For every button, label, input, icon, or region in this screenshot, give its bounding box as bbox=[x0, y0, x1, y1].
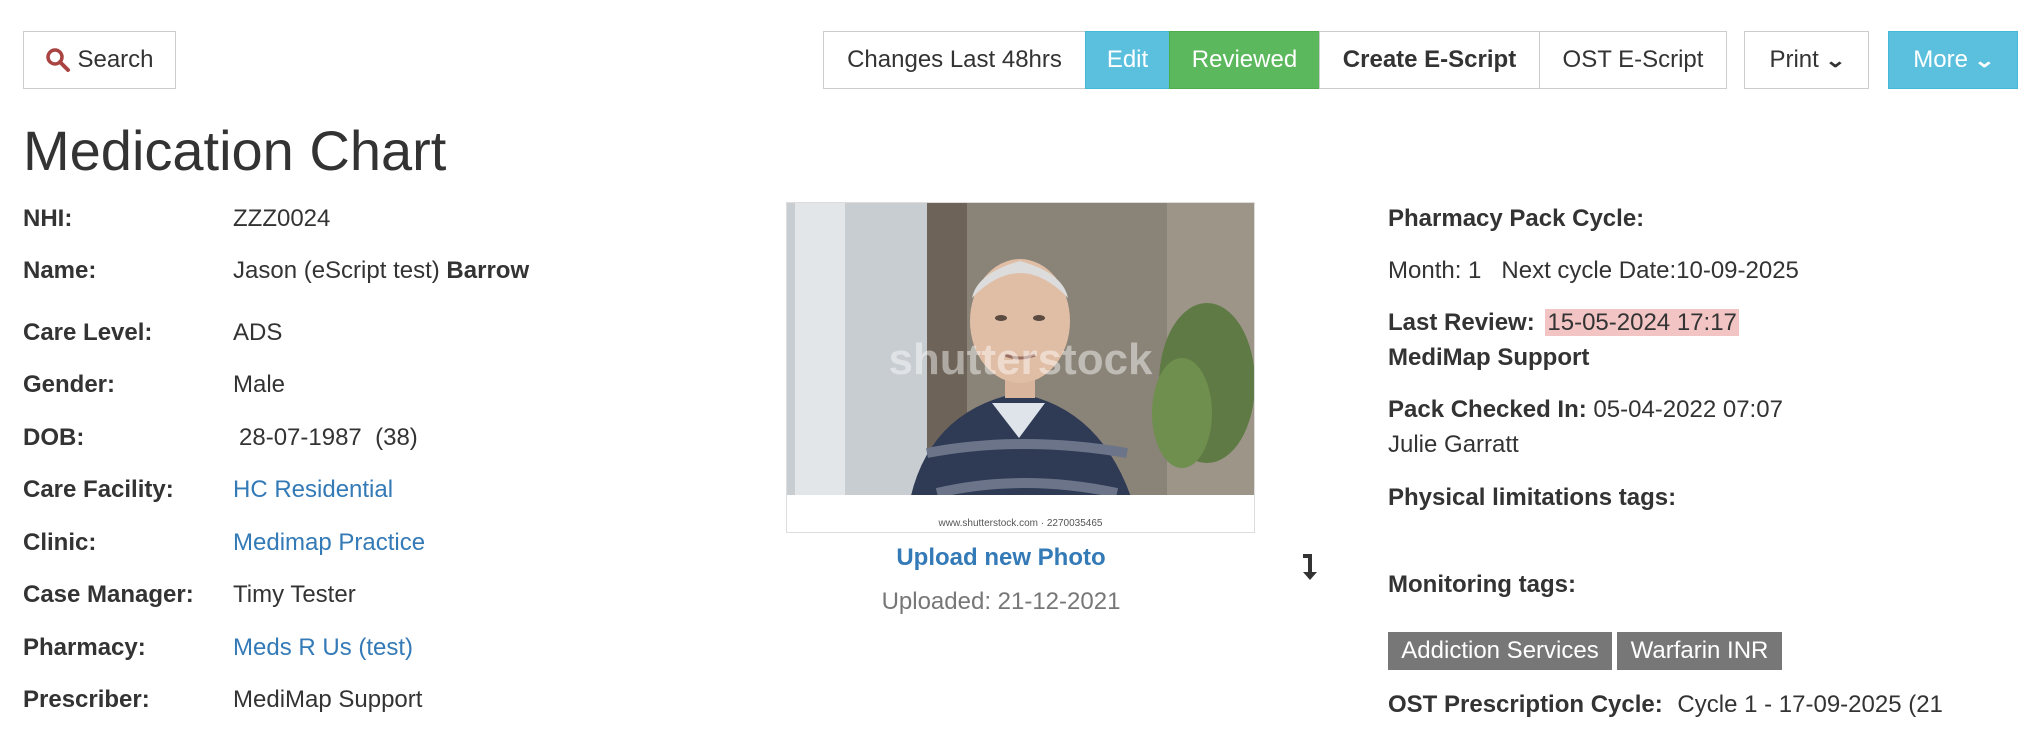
changes-label: Changes Last 48hrs bbox=[847, 46, 1062, 73]
monitoring-tag: Warfarin INR bbox=[1617, 632, 1782, 670]
ost-cycle-value: Cycle 1 - 17-09-2025 (21 bbox=[1677, 691, 1943, 718]
dob-label: DOB: bbox=[23, 424, 85, 451]
dob-value: 28-07-1987 (38) bbox=[239, 424, 418, 452]
dob-date: 28-07-1987 bbox=[239, 424, 362, 451]
care-facility-label: Care Facility: bbox=[23, 476, 174, 503]
clinic-label: Clinic: bbox=[23, 529, 97, 556]
case-manager-label: Case Manager: bbox=[23, 581, 194, 608]
ost-escript-label: OST E-Script bbox=[1562, 46, 1704, 73]
last-review-date: 15-05-2024 17:17 bbox=[1545, 309, 1739, 336]
more-button[interactable]: More ⌄ bbox=[1888, 31, 2018, 89]
photo-watermark: shutterstock bbox=[888, 335, 1153, 384]
uploaded-date: Uploaded: 21-12-2021 bbox=[881, 588, 1121, 615]
reviewed-label: Reviewed bbox=[1191, 46, 1298, 73]
edit-label: Edit bbox=[1106, 46, 1149, 73]
care-facility-link[interactable]: HC Residential bbox=[233, 476, 393, 504]
pack-checked-date: 05-04-2022 07:07 bbox=[1593, 396, 1783, 423]
pack-checked-label: Pack Checked In: bbox=[1388, 396, 1587, 423]
clinic-link[interactable]: Medimap Practice bbox=[233, 529, 425, 557]
monitoring-tags-label: Monitoring tags: bbox=[1388, 571, 1576, 598]
prescriber-value: MediMap Support bbox=[233, 686, 423, 713]
nhi-value: ZZZ0024 bbox=[233, 205, 331, 232]
edit-button[interactable]: Edit bbox=[1085, 31, 1170, 89]
photo-caption-strip: www.shutterstock.com · 2270035465 bbox=[938, 518, 1103, 529]
gender-label: Gender: bbox=[23, 371, 116, 398]
download-arrow-icon[interactable] bbox=[1300, 552, 1320, 582]
monitoring-tag: Addiction Services bbox=[1388, 632, 1612, 670]
upload-new-photo-link[interactable]: Upload new Photo bbox=[786, 544, 1216, 572]
pack-cycle-month: Month: 1 bbox=[1388, 257, 1482, 284]
next-cycle-date: Next cycle Date:10-09-2025 bbox=[1501, 257, 1799, 284]
page-title: Medication Chart bbox=[23, 119, 447, 182]
changes-last-48hrs-button[interactable]: Changes Last 48hrs bbox=[823, 31, 1086, 89]
last-review-label: Last Review: bbox=[1388, 309, 1535, 336]
create-escript-button[interactable]: Create E-Script bbox=[1319, 31, 1540, 89]
pharmacy-link[interactable]: Meds R Us (test) bbox=[233, 634, 413, 662]
create-escript-label: Create E-Script bbox=[1342, 46, 1517, 73]
search-button[interactable]: Search bbox=[23, 31, 176, 89]
patient-photo: shutterstock www.shutterstock.com · 2270… bbox=[786, 202, 1255, 533]
name-family: Barrow bbox=[446, 257, 530, 284]
name-given: Jason (eScript test) bbox=[233, 257, 440, 284]
print-button[interactable]: Print ⌄ bbox=[1744, 31, 1869, 89]
chevron-down-icon: ⌄ bbox=[1824, 49, 1847, 72]
name-value: Jason (eScript test) Barrow bbox=[233, 257, 529, 285]
reviewed-button[interactable]: Reviewed bbox=[1169, 31, 1320, 89]
chevron-down-icon: ⌄ bbox=[1973, 49, 1996, 72]
pack-checked-in: Pack Checked In: 05-04-2022 07:07 bbox=[1388, 396, 1783, 424]
search-icon bbox=[45, 47, 71, 73]
pack-checked-by: Julie Garratt bbox=[1388, 431, 1519, 458]
physical-limitations-tags-label: Physical limitations tags: bbox=[1388, 484, 1677, 511]
pharmacy-label: Pharmacy: bbox=[23, 634, 146, 661]
age-value: (38) bbox=[375, 424, 418, 451]
prescriber-label: Prescriber: bbox=[23, 686, 150, 713]
ost-cycle-label: OST Prescription Cycle: bbox=[1388, 691, 1663, 718]
name-label: Name: bbox=[23, 257, 97, 284]
last-review: Last Review: 15-05-2024 17:17 bbox=[1388, 309, 1739, 337]
ost-escript-button[interactable]: OST E-Script bbox=[1539, 31, 1727, 89]
ost-prescription-cycle: OST Prescription Cycle: Cycle 1 - 17-09-… bbox=[1388, 691, 1943, 719]
search-label: Search bbox=[77, 46, 154, 73]
care-level-label: Care Level: bbox=[23, 319, 153, 346]
nhi-label: NHI: bbox=[23, 205, 73, 232]
pack-cycle-values: Month: 1 Next cycle Date:10-09-2025 bbox=[1388, 257, 1799, 285]
last-review-by: MediMap Support bbox=[1388, 344, 1590, 371]
case-manager-value: Timy Tester bbox=[233, 581, 356, 608]
pack-cycle-label: Pharmacy Pack Cycle: bbox=[1388, 205, 1645, 232]
print-label: Print bbox=[1769, 46, 1819, 73]
care-level-value: ADS bbox=[233, 319, 283, 346]
more-label: More bbox=[1913, 46, 1968, 73]
gender-value: Male bbox=[233, 371, 286, 398]
